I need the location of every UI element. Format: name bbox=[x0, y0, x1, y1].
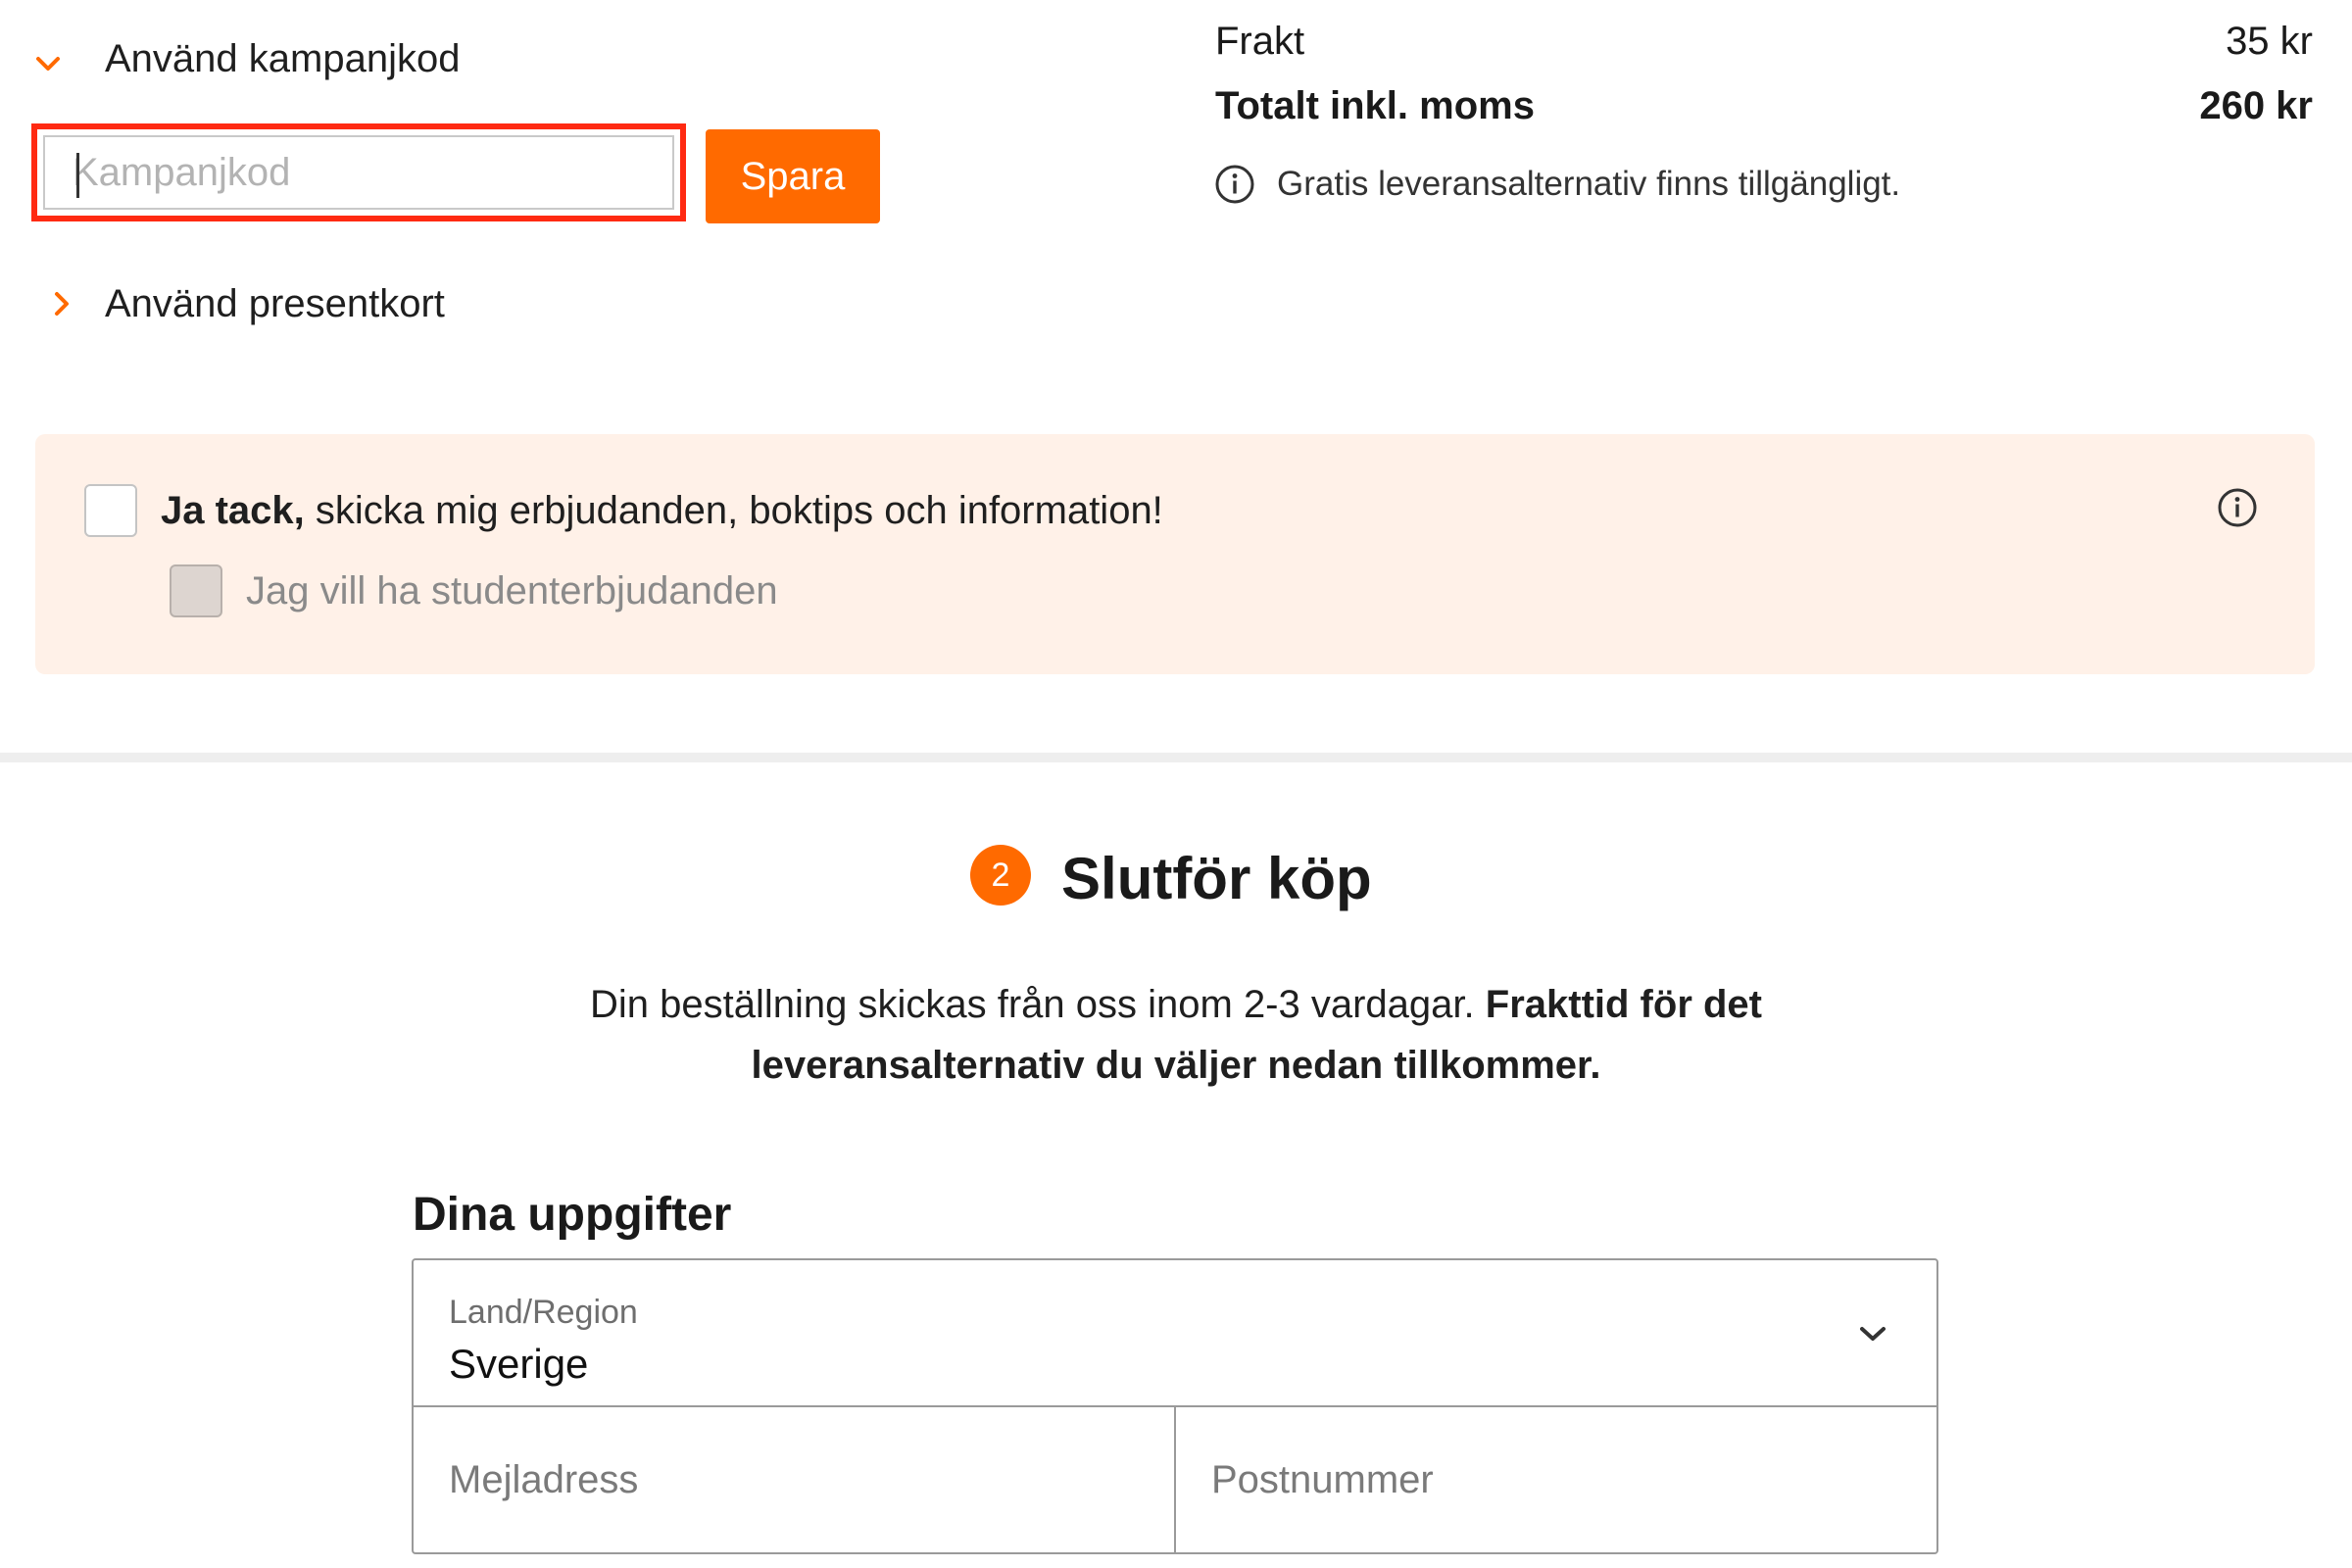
newsletter-optin-text: skicka mig erbjudanden, boktips och info… bbox=[304, 489, 1163, 532]
newsletter-checkbox[interactable] bbox=[84, 484, 137, 537]
details-form: Land/Region Sverige bbox=[412, 1258, 1938, 1554]
campaign-code-toggle[interactable]: Använd kampanjkod bbox=[29, 29, 480, 88]
campaign-code-label: Använd kampanjkod bbox=[105, 37, 461, 80]
info-icon[interactable] bbox=[2217, 487, 2258, 528]
country-label: Land/Region bbox=[449, 1294, 638, 1331]
step-number-badge: 2 bbox=[970, 845, 1031, 906]
delivery-note-bold-1: Frakttid för det bbox=[1485, 983, 1762, 1026]
shipping-value: 35 kr bbox=[2226, 20, 2313, 63]
total-value: 260 kr bbox=[2199, 84, 2313, 127]
delivery-info: Din beställning skickas från oss inom 2-… bbox=[0, 974, 2352, 1096]
shipping-label: Frakt bbox=[1215, 20, 1305, 63]
delivery-note-bold-2: leveransalternativ du väljer nedan tillk… bbox=[751, 1044, 1601, 1087]
postal-cell bbox=[1176, 1407, 1936, 1552]
email-field[interactable] bbox=[414, 1407, 1174, 1552]
postal-code-field[interactable] bbox=[1176, 1407, 1936, 1552]
country-value: Sverige bbox=[449, 1341, 589, 1387]
text-caret bbox=[76, 153, 79, 198]
gift-card-label: Använd presentkort bbox=[105, 282, 445, 325]
gift-card-toggle[interactable]: Använd presentkort bbox=[29, 274, 480, 333]
newsletter-optin-bold: Ja tack, bbox=[161, 489, 305, 532]
delivery-info-line1: Din beställning skickas från oss inom 2-… bbox=[0, 974, 2352, 1035]
total-label: Totalt inkl. moms bbox=[1215, 84, 1535, 127]
chevron-down-icon bbox=[36, 57, 60, 71]
save-button[interactable]: Spara bbox=[706, 129, 880, 223]
free-delivery-note: Gratis leveransalternativ finns tillgäng… bbox=[1277, 165, 1901, 203]
newsletter-panel: Ja tack, skicka mig erbjudanden, boktips… bbox=[35, 434, 2315, 674]
step-title: Slutför köp bbox=[1061, 846, 1372, 911]
chevron-right-icon bbox=[55, 292, 69, 316]
details-title: Dina uppgifter bbox=[413, 1189, 732, 1241]
campaign-code-input[interactable] bbox=[43, 135, 674, 210]
country-select[interactable]: Land/Region Sverige bbox=[414, 1260, 1936, 1407]
email-cell bbox=[414, 1407, 1174, 1552]
student-offers-label: Jag vill ha studenterbjudanden bbox=[246, 569, 778, 612]
info-icon bbox=[1215, 165, 1254, 204]
delivery-time-text: Din beställning skickas från oss inom 2-… bbox=[589, 983, 1475, 1026]
student-offers-checkbox[interactable] bbox=[170, 564, 222, 617]
section-divider bbox=[0, 753, 2352, 762]
newsletter-optin-label: Ja tack, skicka mig erbjudanden, boktips… bbox=[161, 489, 1163, 533]
chevron-down-icon bbox=[1860, 1327, 1886, 1341]
